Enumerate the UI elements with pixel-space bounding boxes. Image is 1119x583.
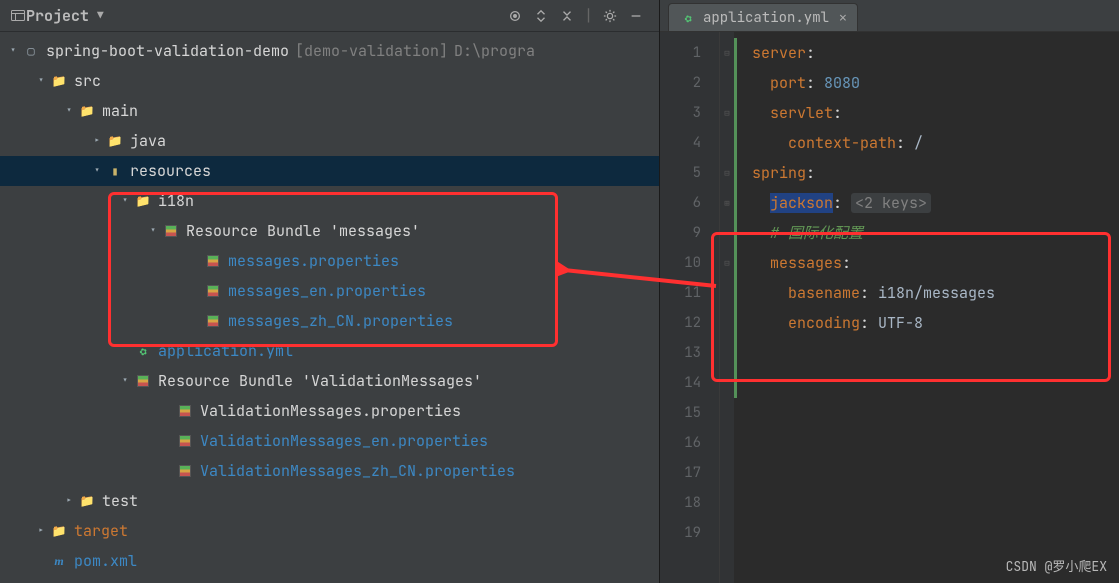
tree-label: i18n — [158, 186, 194, 216]
tree-label: spring-boot-validation-demo — [46, 36, 289, 66]
tree-node-validation-properties[interactable]: ▾ ValidationMessages.properties — [0, 396, 659, 426]
tree-label: src — [74, 66, 101, 96]
module-name: [demo-validation] — [295, 36, 448, 66]
fold-strip[interactable]: ⊟⊟⊟⊞ ⊟ — [720, 32, 734, 583]
tree-node-application-yml[interactable]: ▾✿ application.yml — [0, 336, 659, 366]
tree-label: messages_zh_CN.properties — [228, 306, 453, 336]
tree-label: main — [102, 96, 138, 126]
yaml-file-icon: ✿ — [676, 6, 699, 29]
project-tool-window: Project ▼ | ▾▢ spring-boot-validation-de… — [0, 0, 660, 583]
tree-node-main[interactable]: ▾📁 main — [0, 96, 659, 126]
tree-node-validation-zh[interactable]: ▾ ValidationMessages_zh_CN.properties — [0, 456, 659, 486]
tree-node-messages-zh[interactable]: ▾ messages_zh_CN.properties — [0, 306, 659, 336]
toolbar-title[interactable]: Project — [26, 6, 89, 26]
properties-file-icon — [204, 282, 222, 300]
yaml-file-icon: ✿ — [131, 339, 154, 362]
gutter: 12 34 56 910 1112 1314 1516 1718 19 — [660, 32, 720, 583]
tree-label: test — [102, 486, 138, 516]
tree-label: pom.xml — [74, 546, 137, 576]
editor-tabs: ✿ application.yml ✕ — [660, 0, 1119, 32]
maven-file-icon: m — [50, 552, 68, 570]
tree-label: resources — [130, 156, 211, 186]
tree-node-bundle-messages[interactable]: ▾ Resource Bundle 'messages' — [0, 216, 659, 246]
code-editor[interactable]: server: port: 8080 servlet: context-path… — [734, 32, 1119, 583]
properties-file-icon — [176, 402, 194, 420]
tree-label: ValidationMessages_zh_CN.properties — [200, 456, 515, 486]
tree-label: messages.properties — [228, 246, 399, 276]
tree-node-test[interactable]: ▸📁 test — [0, 486, 659, 516]
watermark: CSDN @罗小爬EX — [1006, 556, 1107, 575]
tree-node-src[interactable]: ▾📁 src — [0, 66, 659, 96]
tree-label: java — [130, 126, 166, 156]
editor-area: ✿ application.yml ✕ 12 34 56 910 1112 13… — [660, 0, 1119, 583]
properties-file-icon — [176, 462, 194, 480]
tree-node-resources[interactable]: ▾▮ resources — [0, 156, 659, 186]
resource-bundle-icon — [162, 222, 180, 240]
properties-file-icon — [176, 432, 194, 450]
tab-label: application.yml — [703, 9, 829, 27]
tree-root[interactable]: ▾▢ spring-boot-validation-demo [demo-val… — [0, 36, 659, 66]
module-path: D:\progra — [454, 36, 535, 66]
hide-icon[interactable] — [625, 5, 647, 27]
tree-node-bundle-validation[interactable]: ▾ Resource Bundle 'ValidationMessages' — [0, 366, 659, 396]
folder-icon: 📁 — [78, 492, 96, 510]
folder-icon: 📁 — [78, 102, 96, 120]
tree-node-validation-en[interactable]: ▾ ValidationMessages_en.properties — [0, 426, 659, 456]
vcs-change-marker — [734, 38, 737, 398]
folder-icon: 📁 — [134, 192, 152, 210]
tree-node-java[interactable]: ▸📁 java — [0, 126, 659, 156]
gear-icon[interactable] — [599, 5, 621, 27]
project-toolbar: Project ▼ | — [0, 0, 659, 32]
tree-node-pom[interactable]: ▾m pom.xml — [0, 546, 659, 576]
tree-node-messages-en[interactable]: ▾ messages_en.properties — [0, 276, 659, 306]
tree-label: target — [74, 516, 128, 546]
tree-label: Resource Bundle 'messages' — [186, 216, 420, 246]
tree-label: Resource Bundle 'ValidationMessages' — [158, 366, 482, 396]
project-window-icon — [10, 8, 26, 24]
tree-label: ValidationMessages_en.properties — [200, 426, 488, 456]
tree-label: messages_en.properties — [228, 276, 426, 306]
collapse-all-icon[interactable] — [556, 5, 578, 27]
properties-file-icon — [204, 312, 222, 330]
editor-body: 12 34 56 910 1112 1314 1516 1718 19 ⊟⊟⊟⊞… — [660, 32, 1119, 583]
resource-bundle-icon — [134, 372, 152, 390]
source-root-icon: 📁 — [106, 132, 124, 150]
tree-node-target[interactable]: ▸📁 target — [0, 516, 659, 546]
module-icon: ▢ — [22, 42, 40, 60]
resources-root-icon: ▮ — [106, 162, 124, 180]
select-opened-file-icon[interactable] — [504, 5, 526, 27]
project-tree[interactable]: ▾▢ spring-boot-validation-demo [demo-val… — [0, 32, 659, 583]
tree-label: application.yml — [158, 336, 293, 366]
properties-file-icon — [204, 252, 222, 270]
tree-label: ValidationMessages.properties — [200, 396, 461, 426]
chevron-down-icon[interactable]: ▼ — [97, 9, 104, 23]
expand-all-icon[interactable] — [530, 5, 552, 27]
folder-icon: 📁 — [50, 72, 68, 90]
tab-application-yml[interactable]: ✿ application.yml ✕ — [668, 3, 858, 31]
close-tab-icon[interactable]: ✕ — [839, 9, 847, 26]
excluded-folder-icon: 📁 — [50, 522, 68, 540]
toolbar-separator: | — [584, 6, 593, 26]
tree-node-i18n[interactable]: ▾📁 i18n — [0, 186, 659, 216]
tree-node-messages-properties[interactable]: ▾ messages.properties — [0, 246, 659, 276]
